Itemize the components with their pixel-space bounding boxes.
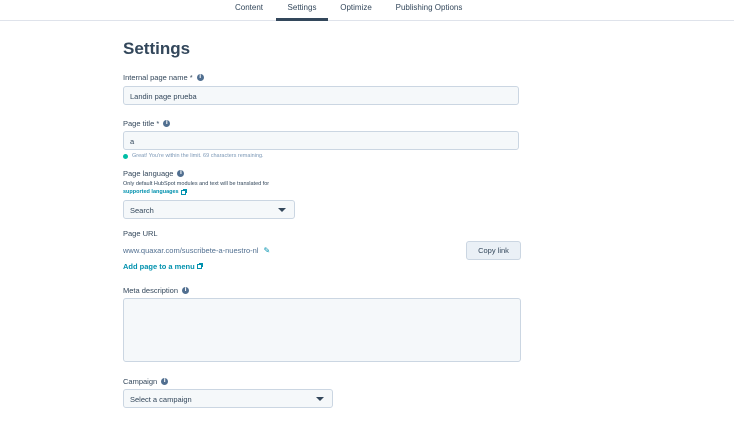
supported-languages-link[interactable]: supported languages xyxy=(123,188,187,195)
tab-optimize[interactable]: Optimize xyxy=(334,0,378,17)
campaign-label: Campaign i xyxy=(123,377,169,386)
page-title-label: Page title * i xyxy=(123,119,171,128)
page-language-label: Page language i xyxy=(123,169,185,178)
page-url: www.quaxar.com/suscribete-a-nuestro-nl ✎ xyxy=(123,246,270,255)
caret-down-icon xyxy=(316,397,324,401)
tab-settings[interactable]: Settings xyxy=(276,0,328,21)
page-url-value: www.quaxar.com/suscribete-a-nuestro-nl xyxy=(123,246,259,255)
internal-page-name-input[interactable]: Landin page prueba xyxy=(123,86,519,105)
page-title-input[interactable]: a xyxy=(123,131,519,150)
page-url-label-text: Page URL xyxy=(123,229,158,238)
meta-description-textarea[interactable] xyxy=(123,298,521,362)
tab-publishing-options[interactable]: Publishing Options xyxy=(392,0,466,17)
supported-languages-link-text: supported languages xyxy=(123,189,179,195)
tab-content[interactable]: Content xyxy=(228,0,270,17)
page-language-note: Only default HubSpot modules and text wi… xyxy=(123,181,270,187)
pencil-icon[interactable]: ✎ xyxy=(263,246,270,255)
info-icon[interactable]: i xyxy=(196,74,204,81)
add-page-to-menu-link-text: Add page to a menu xyxy=(123,262,195,271)
add-page-to-menu-link[interactable]: Add page to a menu xyxy=(123,262,203,271)
internal-page-name-label-text: Internal page name * xyxy=(123,73,193,82)
page-language-label-text: Page language xyxy=(123,169,174,178)
external-link-icon xyxy=(196,263,203,269)
internal-page-name-label: Internal page name * i xyxy=(123,73,204,82)
caret-down-icon xyxy=(278,208,286,212)
campaign-select[interactable]: Select a campaign xyxy=(123,389,333,408)
page-title-hint-text: Great! You're within the limit. 69 chara… xyxy=(132,153,264,159)
page-title: Settings xyxy=(123,39,191,58)
meta-description-label: Meta description i xyxy=(123,286,190,295)
external-link-icon xyxy=(180,188,187,195)
info-icon[interactable]: i xyxy=(161,378,169,385)
page-title-hint: Great! You're within the limit. 69 chara… xyxy=(123,153,264,159)
supported-languages-link-wrap: supported languages xyxy=(123,188,187,195)
copy-link-button[interactable]: Copy link xyxy=(466,241,521,260)
page-language-select-value: Search xyxy=(130,206,154,215)
success-dot-icon xyxy=(123,153,128,159)
settings-tabs: Content Settings Optimize Publishing Opt… xyxy=(0,0,734,21)
info-icon[interactable]: i xyxy=(163,120,171,127)
campaign-select-value: Select a campaign xyxy=(130,395,192,404)
page-url-label: Page URL xyxy=(123,229,158,238)
campaign-label-text: Campaign xyxy=(123,377,158,386)
page-title-label-text: Page title * xyxy=(123,119,160,128)
meta-description-label-text: Meta description xyxy=(123,286,179,295)
page-language-select[interactable]: Search xyxy=(123,200,295,219)
info-icon[interactable]: i xyxy=(182,287,190,294)
info-icon[interactable]: i xyxy=(177,170,185,177)
add-to-menu-link-wrap: Add page to a menu xyxy=(123,262,203,271)
